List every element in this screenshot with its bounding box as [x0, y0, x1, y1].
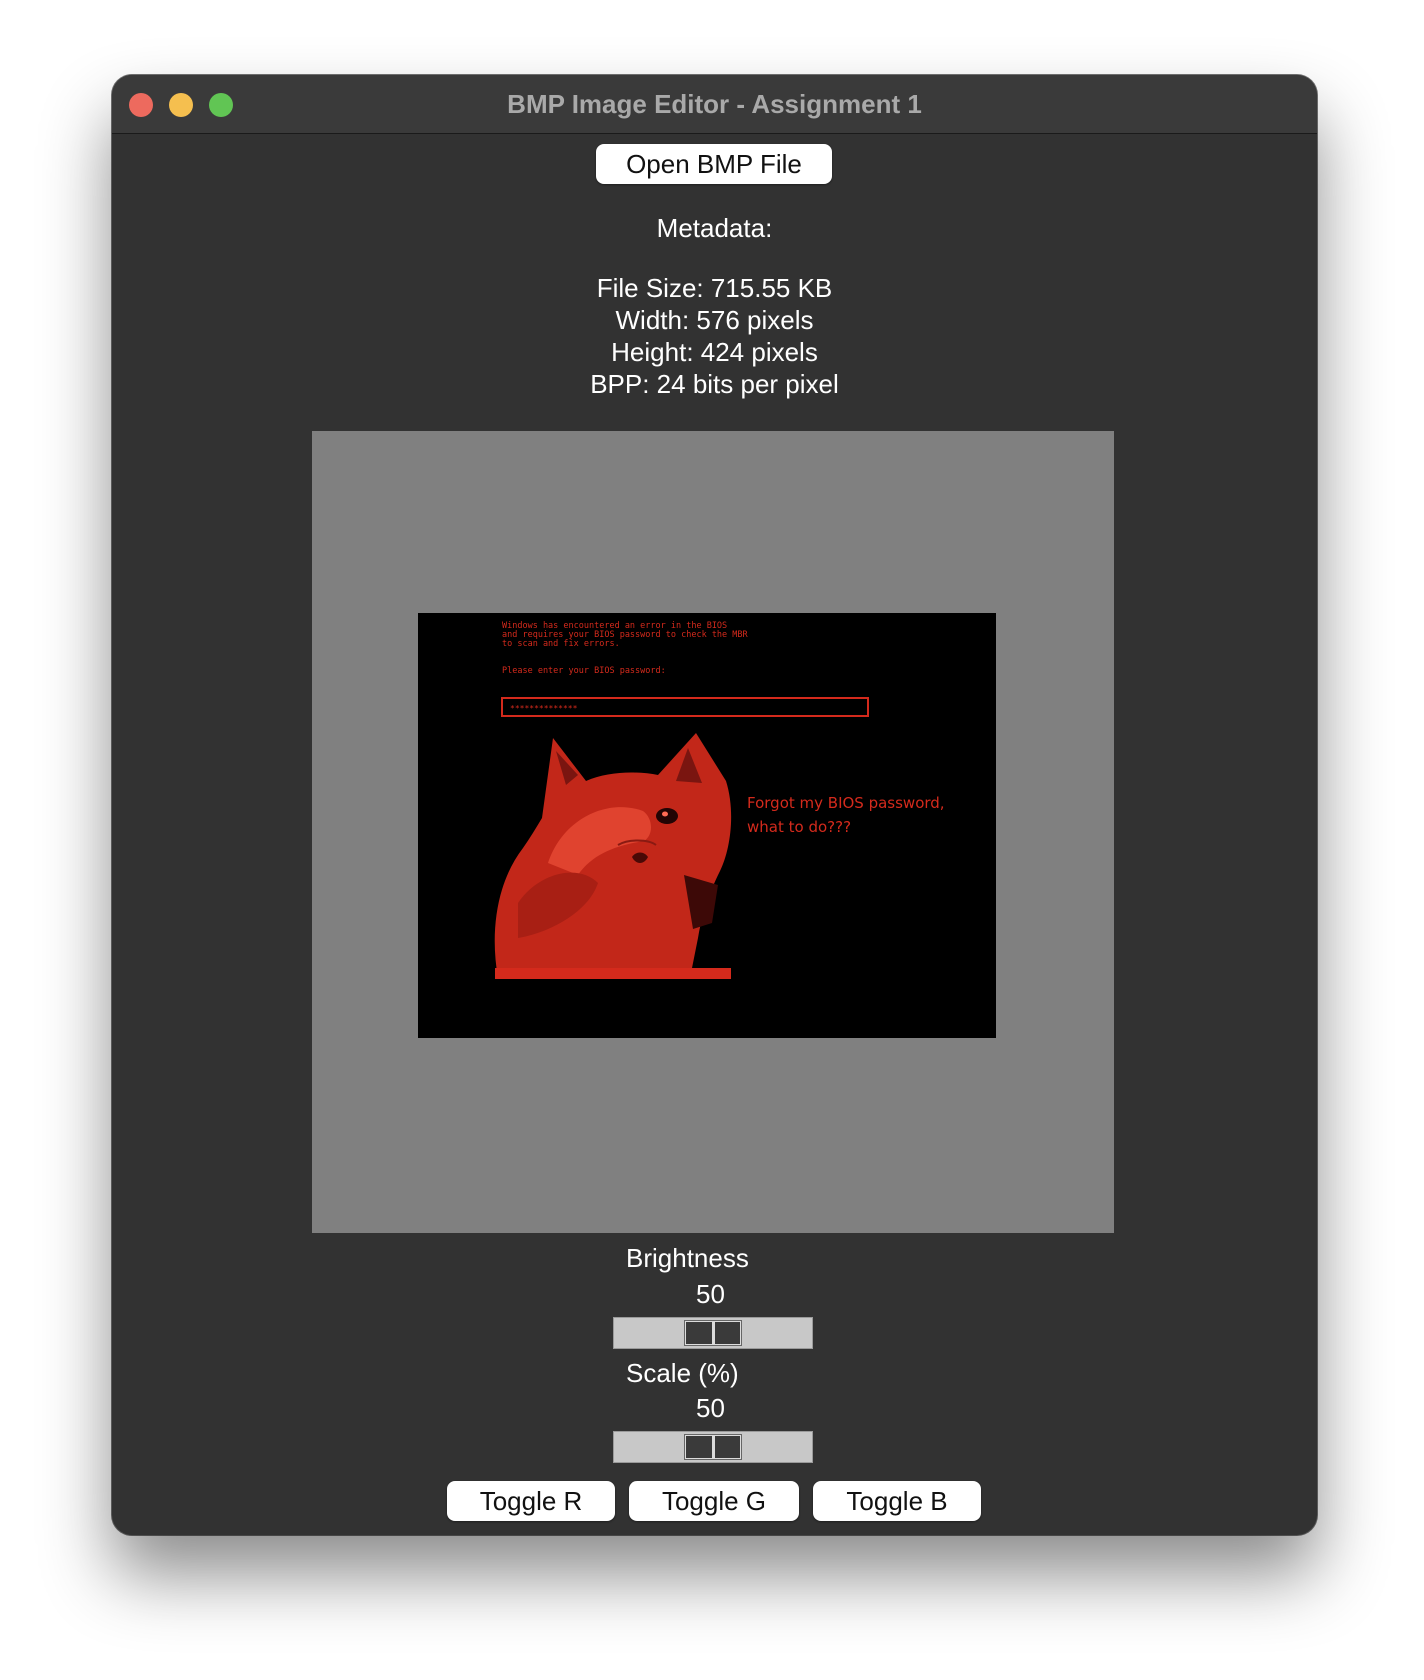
password-prompt: Please enter your BIOS password:: [502, 666, 666, 676]
toggle-r-button[interactable]: Toggle R: [447, 1481, 615, 1521]
metadata-file-size: File Size: 715.55 KB: [596, 273, 833, 303]
caption-line-1: Forgot my BIOS password,: [747, 794, 945, 812]
app-window: BMP Image Editor - Assignment 1 Open BMP…: [112, 75, 1317, 1535]
bmp-image: Windows has encountered an error in the …: [418, 613, 996, 1038]
scale-slider[interactable]: [613, 1431, 813, 1463]
bmp-image-drawing: Windows has encountered an error in the …: [418, 613, 996, 1038]
metadata-width: Width: 576 pixels: [615, 305, 814, 335]
brightness-value: 50: [696, 1279, 725, 1309]
metadata-height: Height: 424 pixels: [611, 337, 818, 367]
brightness-label: Brightness: [626, 1243, 749, 1273]
brightness-slider-thumb[interactable]: [684, 1320, 742, 1346]
error-line-3: to scan and fix errors.: [502, 639, 620, 649]
password-mask: **************: [510, 704, 578, 713]
scale-slider-thumb[interactable]: [684, 1434, 742, 1460]
image-canvas: Windows has encountered an error in the …: [312, 431, 1114, 1233]
caption-line-2: what to do???: [747, 818, 851, 836]
metadata-bpp: BPP: 24 bits per pixel: [590, 369, 839, 399]
window-title: BMP Image Editor - Assignment 1: [507, 89, 922, 119]
scale-label: Scale (%): [626, 1358, 739, 1388]
toggle-g-button[interactable]: Toggle G: [629, 1481, 799, 1521]
open-bmp-file-button[interactable]: Open BMP File: [596, 144, 832, 184]
title-bar: BMP Image Editor - Assignment 1: [112, 75, 1317, 134]
toggle-b-button[interactable]: Toggle B: [813, 1481, 981, 1521]
scale-value: 50: [696, 1393, 725, 1423]
brightness-slider[interactable]: [613, 1317, 813, 1349]
metadata-heading: Metadata:: [656, 213, 773, 243]
